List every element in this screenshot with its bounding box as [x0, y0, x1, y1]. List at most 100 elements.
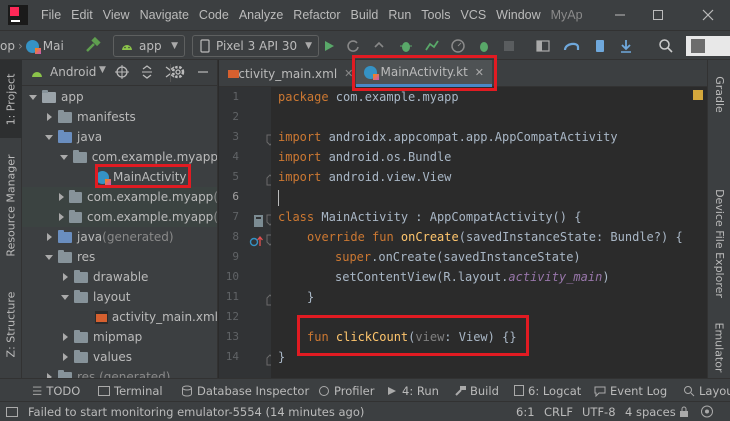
- caret-position[interactable]: 6:1: [516, 402, 535, 421]
- chevron-down-icon[interactable]: [28, 92, 38, 102]
- status-message[interactable]: Failed to start monitoring emulator-5554…: [28, 405, 364, 419]
- menu-code[interactable]: Code: [194, 8, 234, 22]
- debug-button[interactable]: [398, 36, 414, 56]
- run-button[interactable]: [322, 36, 336, 56]
- maximize-button[interactable]: [638, 0, 678, 30]
- override-gutter-icon[interactable]: [249, 234, 265, 248]
- tree-item-drawable[interactable]: drawable: [22, 267, 217, 287]
- tree-item-manifests[interactable]: manifests: [22, 107, 217, 127]
- chevron-right-icon[interactable]: [60, 352, 70, 362]
- attach-debugger-button[interactable]: [450, 36, 466, 56]
- avd-manager-button[interactable]: [592, 36, 608, 56]
- status-message-group[interactable]: Failed to start monitoring emulator-5554…: [6, 402, 364, 421]
- chevron-right-icon[interactable]: [60, 332, 70, 342]
- tab-project[interactable]: 1: Project: [0, 60, 22, 138]
- tree-item-app[interactable]: app: [22, 87, 217, 107]
- tree-item-package[interactable]: com.example.myapp: [22, 147, 217, 167]
- tab-resource-manager[interactable]: Resource Manager: [0, 146, 22, 264]
- tree-item-package-android-test[interactable]: com.example.myapp (: [22, 187, 217, 207]
- tab-terminal[interactable]: Terminal: [98, 379, 163, 402]
- breadcrumb-project[interactable]: op: [0, 39, 15, 53]
- close-window-button[interactable]: [688, 0, 728, 30]
- tree-item-activity-main-xml[interactable]: activity_main.xml: [22, 307, 217, 327]
- tab-logcat[interactable]: 6: Logcat: [514, 379, 581, 402]
- minimize-button[interactable]: [600, 0, 640, 30]
- menu-vcs[interactable]: VCS: [455, 8, 491, 22]
- activity-gutter-icon[interactable]: [252, 214, 266, 228]
- tab-device-file-explorer[interactable]: Device File Explorer: [708, 168, 730, 318]
- warning-marker-icon[interactable]: [693, 90, 703, 100]
- chevron-right-icon[interactable]: [60, 272, 70, 282]
- chevron-down-icon[interactable]: [44, 252, 54, 262]
- tab-event-log[interactable]: Event Log: [594, 379, 667, 402]
- profile-button[interactable]: [424, 36, 440, 56]
- chevron-right-icon[interactable]: [56, 212, 65, 222]
- sdk-manager-button[interactable]: [618, 36, 634, 56]
- account-button[interactable]: [686, 36, 730, 56]
- menu-analyze[interactable]: Analyze: [234, 8, 288, 22]
- notifications-icon[interactable]: [700, 402, 714, 421]
- tree-item-layout[interactable]: layout: [22, 287, 217, 307]
- close-tab-icon[interactable]: ✕: [475, 66, 484, 79]
- tree-item-java[interactable]: java: [22, 127, 217, 147]
- tree-item-mipmap[interactable]: mipmap: [22, 327, 217, 347]
- tree-item-res-generated[interactable]: res (generated): [22, 367, 217, 378]
- apply-changes-button[interactable]: [345, 36, 361, 56]
- tab-structure[interactable]: Z: Structure: [0, 280, 22, 368]
- chevron-down-icon[interactable]: [59, 152, 69, 162]
- settings-button[interactable]: [170, 64, 186, 83]
- menu-navigate[interactable]: Navigate: [135, 8, 194, 22]
- search-everywhere-button[interactable]: [658, 36, 674, 56]
- close-tab-icon[interactable]: ✕: [344, 67, 353, 80]
- tab-mainactivity-kt[interactable]: MainActivity.kt ✕: [356, 60, 492, 87]
- chevron-right-icon[interactable]: [56, 192, 65, 202]
- lock-icon[interactable]: [678, 402, 690, 421]
- chevron-down-icon[interactable]: ▼: [99, 65, 106, 75]
- tab-database-inspector[interactable]: Database Inspector: [181, 379, 309, 402]
- breadcrumb-file[interactable]: Mai: [43, 39, 64, 53]
- apply-code-changes-button[interactable]: [372, 36, 388, 56]
- tree-item-mainactivity[interactable]: MainActivity: [22, 167, 217, 187]
- status-toggle-icon[interactable]: [6, 406, 18, 417]
- chevron-right-icon[interactable]: [44, 112, 54, 122]
- chevron-right-icon[interactable]: [44, 232, 54, 242]
- menu-run[interactable]: Run: [383, 8, 416, 22]
- file-encoding[interactable]: UTF-8: [582, 402, 616, 421]
- code-editor[interactable]: package com.example.myapp import android…: [271, 87, 707, 378]
- tree-item-package-test[interactable]: com.example.myapp (: [22, 207, 217, 227]
- locate-file-button[interactable]: [114, 64, 130, 83]
- menu-view[interactable]: View: [98, 8, 135, 22]
- tab-profiler[interactable]: Profiler: [318, 379, 375, 402]
- menu-build[interactable]: Build: [346, 8, 384, 22]
- menu-tools[interactable]: Tools: [416, 8, 455, 22]
- menu-window[interactable]: Window: [491, 8, 545, 22]
- line-separator[interactable]: CRLF: [544, 402, 573, 421]
- apply-code-icon: [374, 41, 384, 48]
- stop-button[interactable]: [502, 36, 516, 56]
- run-config-dropdown[interactable]: app ▼: [113, 35, 185, 57]
- hide-panel-button[interactable]: [197, 66, 209, 81]
- attach-process-button[interactable]: [476, 36, 492, 56]
- expand-all-button[interactable]: [139, 64, 155, 83]
- menu-edit[interactable]: Edit: [66, 8, 98, 22]
- tab-run[interactable]: 4: Run: [387, 379, 439, 402]
- tab-build[interactable]: Build: [454, 379, 499, 402]
- tab-layout-inspector[interactable]: Layou: [683, 379, 730, 402]
- chevron-down-icon[interactable]: [44, 132, 54, 142]
- device-dropdown[interactable]: Pixel 3 API 30 ▼: [192, 35, 319, 57]
- chevron-down-icon[interactable]: [60, 292, 70, 302]
- indent-setting[interactable]: 4 spaces: [625, 402, 676, 421]
- tab-todo[interactable]: ☰ TODO: [32, 379, 80, 402]
- gradle-sync-button[interactable]: [563, 36, 581, 56]
- project-view-selector[interactable]: Android: [50, 65, 96, 79]
- make-project-button[interactable]: [84, 36, 102, 56]
- tree-item-res[interactable]: res: [22, 247, 217, 267]
- menu-file[interactable]: File: [36, 8, 66, 22]
- tab-emulator[interactable]: Emulator: [708, 318, 730, 376]
- tree-item-values[interactable]: values: [22, 347, 217, 367]
- tab-gradle[interactable]: Gradle: [708, 64, 730, 124]
- tab-activity-main-xml[interactable]: activity_main.xml ✕: [219, 60, 354, 87]
- sync-project-button[interactable]: [535, 36, 551, 56]
- tree-item-java-generated[interactable]: java (generated): [22, 227, 217, 247]
- menu-refactor[interactable]: Refactor: [288, 8, 345, 22]
